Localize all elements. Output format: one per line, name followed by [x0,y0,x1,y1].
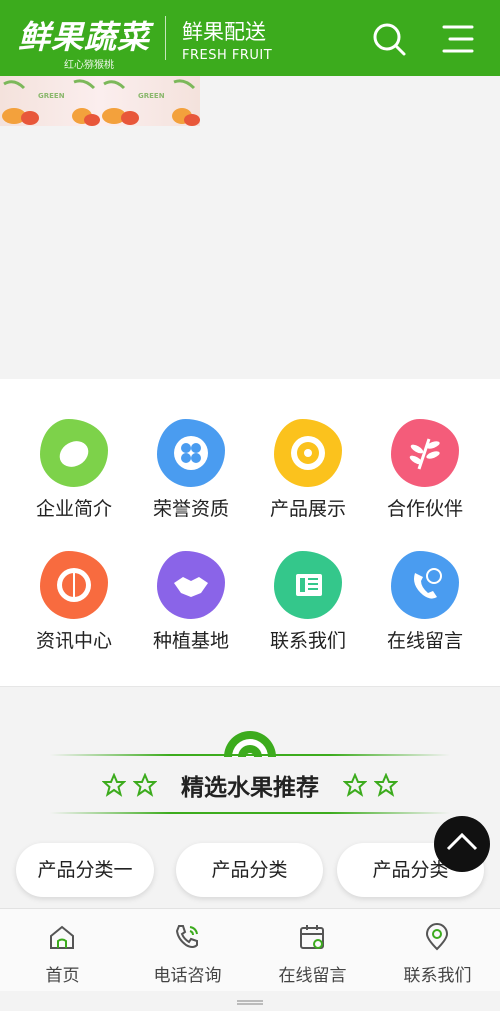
grid-label: 产品展示 [269,498,346,520]
kiwi-emblem-icon [224,731,276,757]
grid-label: 合作伙伴 [386,498,463,520]
nav-grid: 企业简介 荣誉资质 产品展示 合作伙伴 资讯中心 种植基地 联系我们 在线留言 [0,379,500,687]
chevron-up-icon [446,832,478,851]
grid-item-partners[interactable]: 合作伙伴 [358,419,476,539]
nav-label: 在线留言 [278,966,347,986]
calendar-icon [300,925,324,949]
logo-text[interactable]: 鲜果蔬菜 [18,12,150,58]
nav-label: 电话咨询 [153,966,222,986]
nav-label: 首页 [45,966,80,986]
grid-item-products[interactable]: 产品展示 [241,419,359,539]
banner-tile: GREEN [100,76,200,126]
category-pill[interactable]: 产品分类 [176,843,323,897]
section-divider-bottom [50,812,450,814]
tagline-en: FRESH FRUIT [182,48,273,63]
home-handle[interactable] [237,1000,263,1005]
site-header: 鲜果蔬菜 红心猕猴桃 鲜果配送 FRESH FRUIT [0,0,500,76]
back-to-top-button[interactable] [434,816,490,872]
search-icon [373,23,406,56]
category-pill[interactable]: 产品分类一 [16,843,154,897]
section-title: 精选水果推荐 [181,775,319,801]
grid-label: 荣誉资质 [152,498,229,520]
grid-label: 企业简介 [35,498,112,520]
grid-item-message[interactable]: 在线留言 [358,551,476,671]
grid-item-news[interactable]: 资讯中心 [7,551,125,671]
banner-text: GREEN [138,92,165,100]
grid-item-contact[interactable]: 联系我们 [241,551,359,671]
logo-divider [165,16,166,60]
banner-text: GREEN [38,92,65,100]
star-icon [374,773,398,797]
banner-tile: GREEN [0,76,100,126]
nav-item-contact[interactable]: 联系我们 [375,909,500,992]
menu-button[interactable] [440,22,476,56]
tagline: 鲜果配送 [182,20,266,44]
handshake-icon [157,551,225,619]
star-icon [343,773,367,797]
document-icon [274,551,342,619]
search-button[interactable] [370,20,408,58]
section-divider-top [50,754,450,756]
phone-24-icon [391,551,459,619]
grid-label: 联系我们 [269,630,346,652]
menu-icon [442,25,474,53]
location-icon [425,923,449,951]
home-icon [50,925,74,949]
logo-subtitle: 红心猕猴桃 [64,60,114,71]
leaf-icon [391,419,459,487]
grid-label: 在线留言 [386,630,463,652]
nav-item-home[interactable]: 首页 [0,909,125,992]
banner-image[interactable]: GREEN GREEN [0,76,200,126]
star-icon [102,773,126,797]
phone-icon [175,925,198,948]
kiwi-icon [274,419,342,487]
grid-item-planting-base[interactable]: 种植基地 [124,551,242,671]
clover-icon [157,419,225,487]
nav-item-phone[interactable]: 电话咨询 [125,909,250,992]
star-icon [133,773,157,797]
grid-item-company-intro[interactable]: 企业简介 [7,419,125,539]
melon-icon [40,551,108,619]
grid-label: 资讯中心 [35,630,112,652]
nav-item-message[interactable]: 在线留言 [250,909,375,992]
nav-label: 联系我们 [403,966,472,986]
lemon-icon [40,419,108,487]
bottom-nav: 首页 电话咨询 在线留言 联系我们 [0,908,500,991]
grid-item-honors[interactable]: 荣誉资质 [124,419,242,539]
grid-label: 种植基地 [152,630,229,652]
